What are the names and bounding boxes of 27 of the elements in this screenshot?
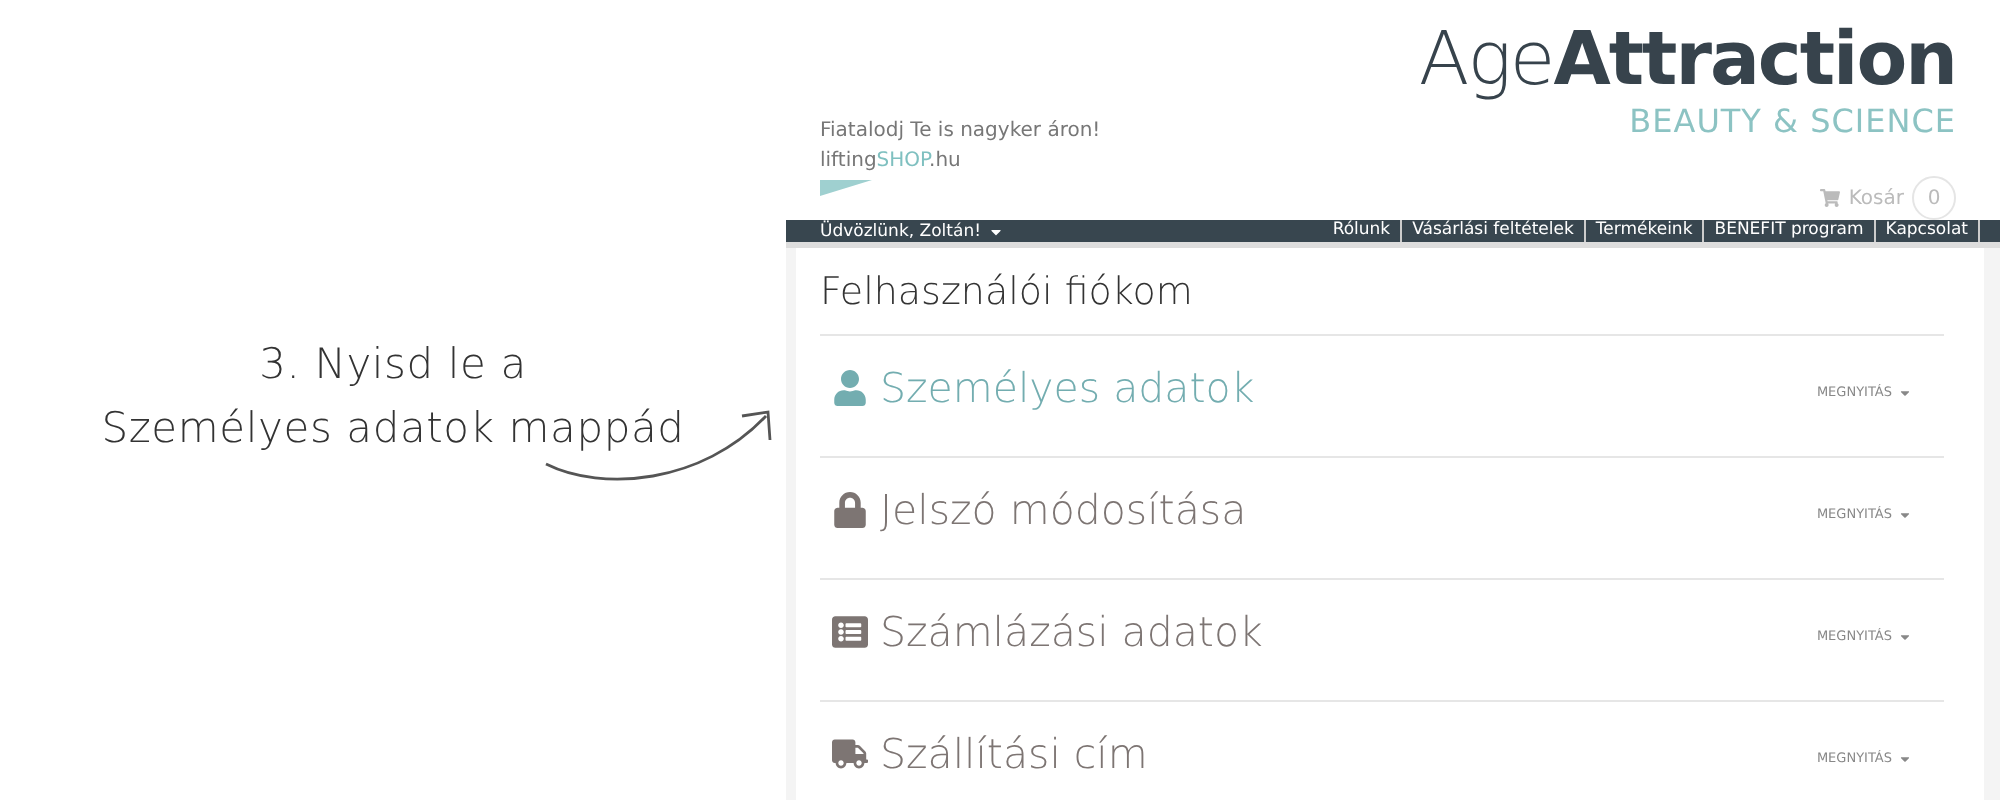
section-title[interactable]: Számlázási adatok bbox=[880, 608, 1263, 656]
logo[interactable]: AgeAttraction bbox=[1418, 16, 1956, 104]
nav-link[interactable]: Termékeink bbox=[1585, 220, 1705, 242]
section-title[interactable]: Személyes adatok bbox=[880, 364, 1255, 412]
annotation-text: Személyes adatok mappád bbox=[101, 402, 685, 456]
section-title[interactable]: Szállítási cím bbox=[880, 730, 1148, 778]
site-name: liftingSHOP.hu bbox=[820, 150, 963, 172]
lock-icon bbox=[832, 492, 868, 528]
nav-link[interactable]: BENEFIT program bbox=[1704, 220, 1876, 242]
cart-icon[interactable] bbox=[1820, 188, 1841, 208]
nav-link[interactable]: Vásárlási feltételek bbox=[1402, 220, 1586, 242]
nav-link[interactable]: Rólunk bbox=[1322, 220, 1403, 242]
flag-icon bbox=[820, 180, 872, 196]
list-icon bbox=[832, 614, 868, 650]
page-title: Felhasználói fiókom bbox=[820, 264, 1944, 336]
section-title[interactable]: Jelszó módosítása bbox=[880, 486, 1247, 534]
caret-icon bbox=[1898, 629, 1912, 643]
annotation-text: 3. Nyisd le a bbox=[259, 338, 527, 392]
user-icon bbox=[832, 370, 868, 406]
tagline: Fiatalodj Te is nagyker áron! bbox=[820, 120, 1101, 142]
logo-subtitle: BEAUTY & SCIENCE bbox=[1629, 104, 1956, 140]
truck-icon bbox=[832, 736, 868, 772]
caret-icon bbox=[1898, 507, 1912, 521]
caret-icon bbox=[1898, 751, 1912, 765]
user-menu[interactable]: Üdvözlünk, Zoltán! bbox=[820, 221, 1003, 241]
nav-link[interactable]: Kapcsolat bbox=[1875, 220, 1980, 242]
caret-icon bbox=[1898, 385, 1912, 399]
